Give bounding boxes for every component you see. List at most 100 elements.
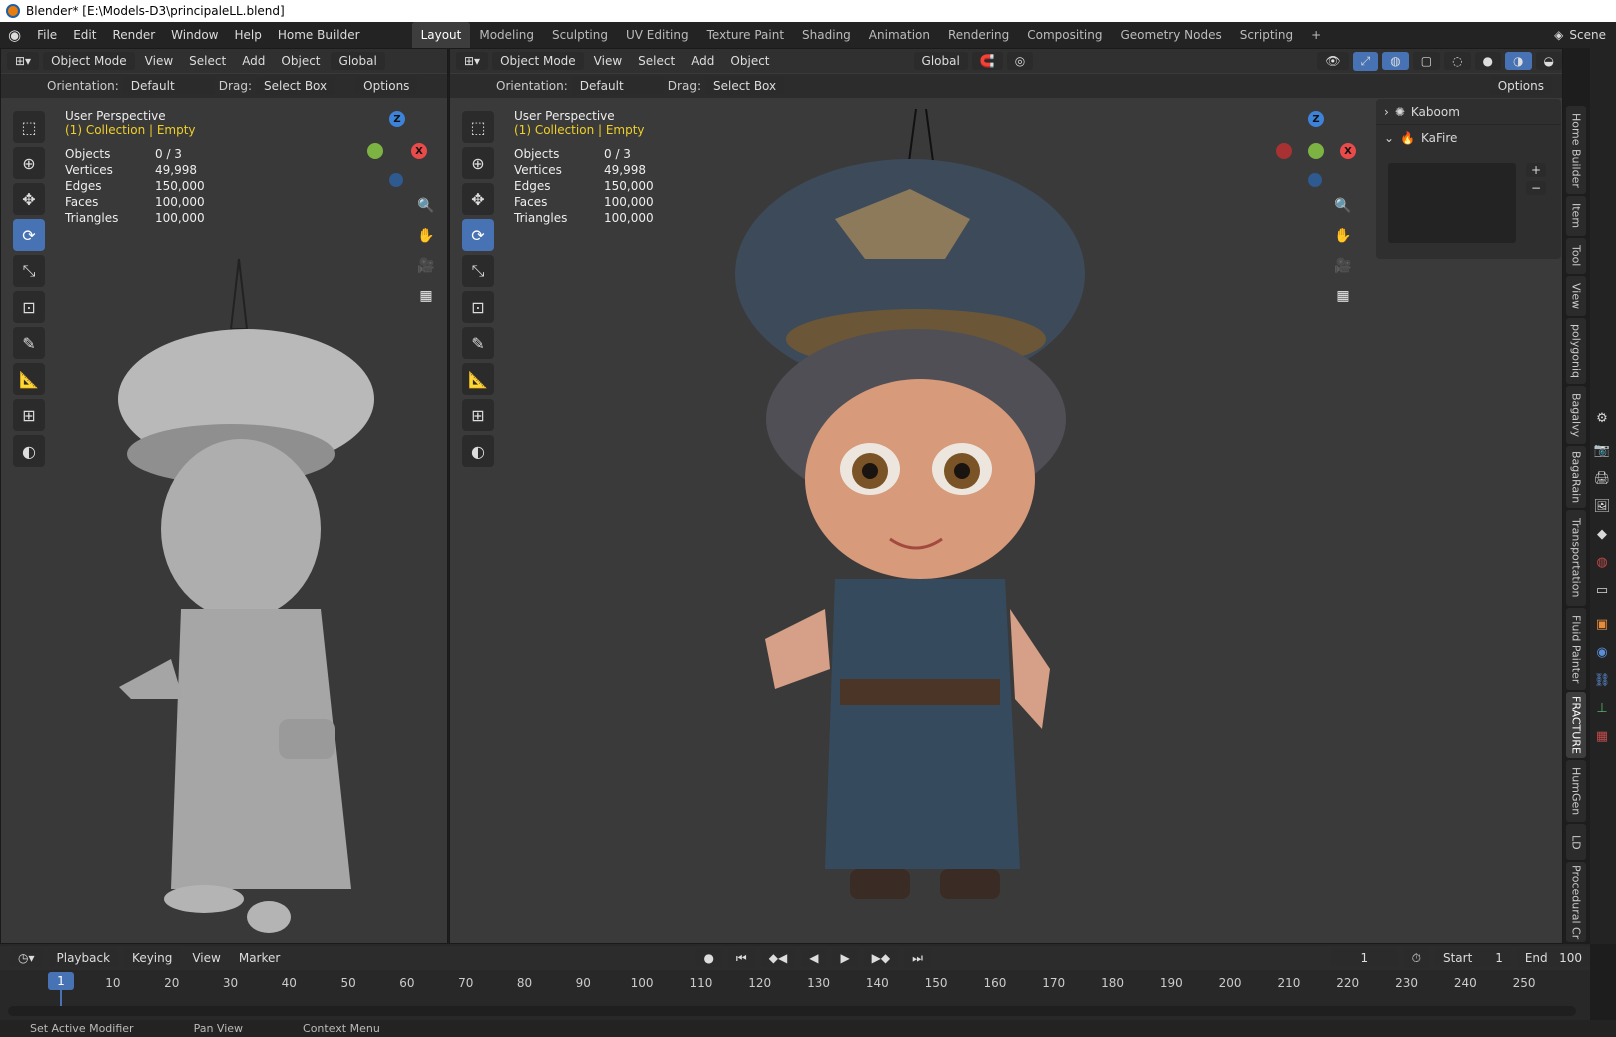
gizmo-x-axis[interactable]: X xyxy=(1340,143,1356,159)
mode-dropdown[interactable]: Object Mode xyxy=(492,52,584,70)
tab-fracture[interactable]: FRACTURE xyxy=(1566,692,1586,758)
move-tool-icon[interactable]: ✥ xyxy=(462,183,494,215)
tab-modeling[interactable]: Modeling xyxy=(470,22,543,48)
visibility-icon[interactable]: 👁 xyxy=(1317,52,1349,70)
tab-item[interactable]: Item xyxy=(1566,196,1586,236)
scene-properties-icon[interactable]: ◆ xyxy=(1592,524,1612,544)
gizmo-z-axis[interactable]: Z xyxy=(389,111,405,127)
tab-bagalvy[interactable]: Bagalvy xyxy=(1566,386,1586,444)
object-properties-icon[interactable]: ▣ xyxy=(1592,614,1612,634)
npanel-item-kafire[interactable]: ⌄ 🔥 KaFire xyxy=(1376,125,1561,151)
pan-hand-icon[interactable]: ✋ xyxy=(1330,223,1356,249)
tab-rendering[interactable]: Rendering xyxy=(939,22,1018,48)
cursor-tool-icon[interactable]: ⊕ xyxy=(13,147,45,179)
orientation-dropdown[interactable]: Default xyxy=(571,77,664,95)
add-workspace-icon[interactable]: + xyxy=(1302,22,1330,48)
material-shading-icon[interactable]: ◑ xyxy=(1505,52,1532,70)
tab-ld[interactable]: LD xyxy=(1566,824,1586,860)
transform-tool-icon[interactable]: ⊡ xyxy=(13,291,45,323)
output-properties-icon[interactable]: 🖨 xyxy=(1592,468,1612,488)
pan-hand-icon[interactable]: ✋ xyxy=(413,223,439,249)
physics-properties-icon[interactable]: ◉ xyxy=(1592,642,1612,662)
gizmo-toggle-icon[interactable]: ⤢ xyxy=(1352,51,1379,71)
timeline-editor[interactable]: ◷▾ Playback Keying View Marker ● ⏮ ◆◀ ◀ … xyxy=(0,944,1590,1024)
tab-shading[interactable]: Shading xyxy=(793,22,860,48)
menu-add[interactable]: Add xyxy=(685,52,720,70)
menu-render[interactable]: Render xyxy=(104,22,163,48)
move-tool-icon[interactable]: ✥ xyxy=(13,183,45,215)
drag-dropdown[interactable]: Select Box xyxy=(704,77,785,95)
menu-view[interactable]: View xyxy=(139,52,179,70)
gizmo-y-axis[interactable] xyxy=(1308,143,1324,159)
tab-home-builder[interactable]: Home Builder xyxy=(1566,106,1586,194)
options-dropdown[interactable]: Options xyxy=(1489,77,1552,95)
tab-fluid-painter[interactable]: Fluid Painter xyxy=(1566,608,1586,690)
menu-window[interactable]: Window xyxy=(163,22,226,48)
wireframe-shading-icon[interactable]: ◌ xyxy=(1444,52,1471,70)
mode-dropdown[interactable]: Object Mode xyxy=(43,52,135,70)
clay-model-figure[interactable] xyxy=(111,199,391,939)
overlay-toggle-icon[interactable]: ◍ xyxy=(1382,52,1409,70)
scale-tool-icon[interactable]: ⤡ xyxy=(13,255,45,287)
menu-help[interactable]: Help xyxy=(227,22,270,48)
tab-scripting[interactable]: Scripting xyxy=(1231,22,1302,48)
drag-dropdown[interactable]: Select Box xyxy=(255,77,336,95)
remove-icon[interactable]: − xyxy=(1526,181,1547,195)
scale-tool-icon[interactable]: ⤡ xyxy=(462,255,494,287)
npanel-item-kaboom[interactable]: › ✺ Kaboom xyxy=(1376,99,1561,125)
tab-texture-paint[interactable]: Texture Paint xyxy=(698,22,793,48)
tab-transportation[interactable]: Transportation xyxy=(1566,510,1586,606)
tab-procedural[interactable]: Procedural Cr xyxy=(1566,862,1586,942)
data-properties-icon[interactable]: ⊥ xyxy=(1592,698,1612,718)
options-dropdown[interactable]: Options xyxy=(355,77,418,95)
render-properties-icon[interactable]: 📷 xyxy=(1592,440,1612,460)
menu-add[interactable]: Add xyxy=(236,52,271,70)
tab-tool[interactable]: Tool xyxy=(1566,238,1586,274)
menu-select[interactable]: Select xyxy=(183,52,232,70)
viewport-left[interactable]: ⊞▾ Object Mode View Select Add Object Gl… xyxy=(0,48,448,944)
gizmo-y-axis[interactable] xyxy=(367,143,383,159)
gizmo-neg-z-axis[interactable] xyxy=(1308,173,1322,187)
zoom-icon[interactable]: 🔍 xyxy=(1330,193,1356,219)
menu-file[interactable]: File xyxy=(29,22,65,48)
tab-bagarain[interactable]: BagaRain xyxy=(1566,446,1586,508)
menu-object[interactable]: Object xyxy=(275,52,326,70)
transform-tool-icon[interactable]: ⊡ xyxy=(462,291,494,323)
tab-animation[interactable]: Animation xyxy=(860,22,939,48)
menu-edit[interactable]: Edit xyxy=(65,22,104,48)
select-box-tool-icon[interactable]: ⬚ xyxy=(13,111,45,143)
tab-compositing[interactable]: Compositing xyxy=(1018,22,1111,48)
gizmo-x-axis[interactable]: X xyxy=(411,143,427,159)
annotate-tool-icon[interactable]: ✎ xyxy=(13,327,45,359)
textured-character-figure[interactable] xyxy=(730,109,1090,909)
tool-properties-icon[interactable]: ⚙ xyxy=(1592,408,1612,428)
timeline-scrollbar[interactable] xyxy=(8,1006,1576,1016)
menu-select[interactable]: Select xyxy=(632,52,681,70)
annotate-tool-icon[interactable]: ✎ xyxy=(462,327,494,359)
texture-properties-icon[interactable]: ▦ xyxy=(1592,726,1612,746)
menu-object[interactable]: Object xyxy=(724,52,775,70)
transform-orientation-dropdown[interactable]: Global xyxy=(330,52,385,70)
proportional-edit-icon[interactable]: ◎ xyxy=(1006,52,1034,70)
view-layer-icon[interactable]: 🖼 xyxy=(1592,496,1612,516)
camera-icon[interactable]: 🎥 xyxy=(413,253,439,279)
add-cube-tool-icon[interactable]: ⊞ xyxy=(462,399,494,431)
gizmo-z-axis[interactable]: Z xyxy=(1308,111,1324,127)
tab-sculpting[interactable]: Sculpting xyxy=(543,22,617,48)
shading-ball-icon[interactable]: ◐ xyxy=(13,435,45,467)
viewport-right[interactable]: ⊞▾ Object Mode View Select Add Object Gl… xyxy=(449,48,1563,944)
add-cube-tool-icon[interactable]: ⊞ xyxy=(13,399,45,431)
measure-tool-icon[interactable]: 📐 xyxy=(462,363,494,395)
blender-menu-icon[interactable]: ◉ xyxy=(0,22,29,48)
constraints-properties-icon[interactable]: ⛓ xyxy=(1592,670,1612,690)
tab-layout[interactable]: Layout xyxy=(411,22,471,48)
xray-icon[interactable]: ▢ xyxy=(1412,52,1441,70)
tab-geometry-nodes[interactable]: Geometry Nodes xyxy=(1111,22,1230,48)
rotate-tool-icon[interactable]: ⟳ xyxy=(13,219,45,251)
grid-icon[interactable]: ▦ xyxy=(413,283,439,309)
menu-view[interactable]: View xyxy=(588,52,628,70)
tab-humgen[interactable]: HumGen xyxy=(1566,760,1586,822)
zoom-icon[interactable]: 🔍 xyxy=(413,193,439,219)
playhead-frame-indicator[interactable]: 1 xyxy=(48,972,74,990)
cursor-tool-icon[interactable]: ⊕ xyxy=(462,147,494,179)
